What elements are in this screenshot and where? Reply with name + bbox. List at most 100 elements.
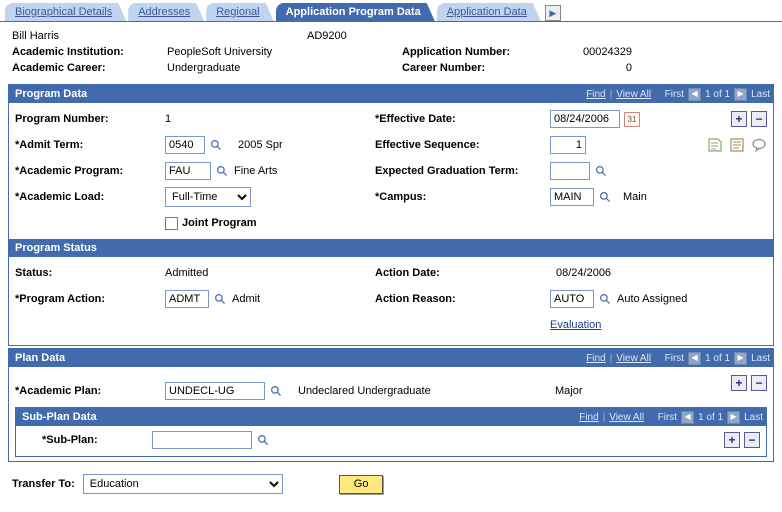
tab-strip: Biographical Details Addresses Regional … (0, 0, 782, 22)
effective-date-label: *Effective Date: (375, 113, 550, 125)
campus-desc: Main (623, 191, 647, 203)
effective-sequence-input[interactable] (550, 136, 586, 154)
first-label[interactable]: First (658, 412, 677, 423)
first-label[interactable]: First (665, 353, 684, 364)
admit-term-desc: 2005 Spr (238, 139, 283, 151)
joint-program-checkbox[interactable] (165, 217, 178, 230)
transfer-to-label: Transfer To: (12, 478, 75, 490)
lookup-icon[interactable] (598, 190, 613, 205)
academic-load-label: *Academic Load: (15, 191, 165, 203)
academic-program-desc: Fine Arts (234, 165, 277, 177)
student-name: Bill Harris (12, 30, 167, 42)
prev-row-icon[interactable]: ◀ (688, 352, 701, 365)
footer-row: Transfer To: Education Go (0, 464, 782, 504)
effective-date-input[interactable] (550, 110, 620, 128)
next-row-icon[interactable]: ▶ (734, 88, 747, 101)
academic-plan-type: Major (555, 385, 583, 397)
admit-term-label: *Admit Term: (15, 139, 165, 151)
academic-career-value: Undergraduate (167, 62, 307, 74)
action-reason-label: Action Reason: (375, 293, 550, 305)
career-number-value: 0 (527, 62, 632, 74)
status-value: Admitted (165, 267, 375, 279)
view-all-link[interactable]: View All (616, 89, 651, 100)
expected-graduation-term-input[interactable] (550, 162, 590, 180)
campus-input[interactable] (550, 188, 594, 206)
prev-row-icon[interactable]: ◀ (688, 88, 701, 101)
transcript-note-icon[interactable] (707, 137, 723, 153)
lookup-icon[interactable] (215, 164, 230, 179)
lookup-icon[interactable] (269, 384, 284, 399)
expected-graduation-term-label: Expected Graduation Term: (375, 165, 550, 177)
view-all-link[interactable]: View All (609, 412, 644, 423)
lookup-icon[interactable] (209, 138, 224, 153)
action-date-value: 08/24/2006 (556, 267, 611, 279)
program-status-title: Program Status (15, 242, 97, 254)
academic-plan-desc: Undeclared Undergraduate (298, 385, 431, 397)
tab-addresses[interactable]: Addresses (128, 3, 204, 21)
sub-plan-label: *Sub-Plan: (42, 434, 152, 446)
delete-row-button[interactable]: − (751, 111, 767, 127)
lookup-icon[interactable] (256, 433, 271, 448)
academic-institution-label: Academic Institution: (12, 46, 167, 58)
application-number-value: 00024329 (527, 46, 632, 58)
tab-application-data[interactable]: Application Data (437, 3, 541, 21)
last-label[interactable]: Last (751, 89, 770, 100)
last-label[interactable]: Last (744, 412, 763, 423)
action-reason-desc: Auto Assigned (617, 293, 687, 305)
lookup-icon[interactable] (598, 292, 613, 307)
find-link[interactable]: Find (586, 89, 605, 100)
tab-more-icon[interactable]: ▶ (545, 5, 561, 21)
find-link[interactable]: Find (579, 412, 598, 423)
add-row-button[interactable]: + (731, 375, 747, 391)
career-number-label: Career Number: (402, 62, 527, 74)
row-counter: 1 of 1 (698, 412, 723, 423)
evaluation-link[interactable]: Evaluation (550, 319, 601, 331)
plan-data-section: Plan Data Find | View All First ◀ 1 of 1… (8, 348, 774, 462)
next-row-icon[interactable]: ▶ (727, 411, 740, 424)
academic-load-select[interactable]: Full-Time (165, 187, 251, 207)
program-data-title: Program Data (15, 88, 87, 100)
notepad-icon[interactable] (729, 137, 745, 153)
calendar-icon[interactable]: 31 (624, 112, 640, 127)
program-action-desc: Admit (232, 293, 260, 305)
academic-plan-input[interactable] (165, 382, 265, 400)
lookup-icon[interactable] (213, 292, 228, 307)
go-button[interactable]: Go (339, 475, 384, 494)
view-all-link[interactable]: View All (616, 353, 651, 364)
transfer-to-select[interactable]: Education (83, 474, 283, 494)
tab-regional[interactable]: Regional (206, 3, 273, 21)
status-label: Status: (15, 267, 165, 279)
last-label[interactable]: Last (751, 353, 770, 364)
next-row-icon[interactable]: ▶ (734, 352, 747, 365)
plan-data-title: Plan Data (15, 352, 65, 364)
effective-sequence-label: Effective Sequence: (375, 139, 550, 151)
tab-biographical-details[interactable]: Biographical Details (5, 3, 126, 21)
row-counter: 1 of 1 (705, 353, 730, 364)
academic-program-input[interactable] (165, 162, 211, 180)
action-date-label: Action Date: (375, 267, 550, 279)
program-data-section: Program Data Find | View All First ◀ 1 o… (8, 84, 774, 346)
add-row-button[interactable]: + (724, 432, 740, 448)
delete-row-button[interactable]: − (744, 432, 760, 448)
add-row-button[interactable]: + (731, 111, 747, 127)
academic-institution-value: PeopleSoft University (167, 46, 307, 58)
program-number-label: Program Number: (15, 113, 165, 125)
find-link[interactable]: Find (586, 353, 605, 364)
academic-career-label: Academic Career: (12, 62, 167, 74)
program-action-input[interactable] (165, 290, 209, 308)
sub-plan-input[interactable] (152, 431, 252, 449)
academic-plan-label: *Academic Plan: (15, 385, 165, 397)
first-label[interactable]: First (665, 89, 684, 100)
program-action-label: *Program Action: (15, 293, 165, 305)
admit-term-input[interactable] (165, 136, 205, 154)
lookup-icon[interactable] (594, 164, 609, 179)
delete-row-button[interactable]: − (751, 375, 767, 391)
header-block: Bill Harris AD9200 Academic Institution:… (0, 22, 782, 82)
prev-row-icon[interactable]: ◀ (681, 411, 694, 424)
row-counter: 1 of 1 (705, 89, 730, 100)
joint-program-label: Joint Program (182, 217, 257, 229)
tab-application-program-data[interactable]: Application Program Data (276, 3, 435, 21)
comment-bubble-icon[interactable] (751, 137, 767, 153)
sub-plan-data-title: Sub-Plan Data (22, 411, 97, 423)
action-reason-input[interactable] (550, 290, 594, 308)
